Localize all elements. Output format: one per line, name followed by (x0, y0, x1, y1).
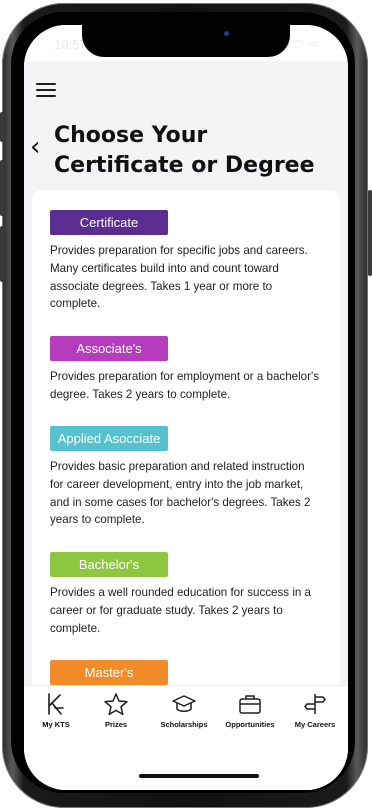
tab-prizes[interactable]: Prizes (96, 692, 136, 729)
masters-badge[interactable]: Master's (50, 660, 168, 685)
tab-opportunities[interactable]: Opportunities (224, 692, 276, 729)
tab-scholarships-label: Scholarships (160, 720, 208, 729)
star-icon (104, 693, 128, 716)
briefcase-icon (239, 695, 261, 714)
tab-opportunities-label: Opportunities (225, 720, 275, 729)
tab-my-careers[interactable]: My Careers (292, 692, 338, 729)
tab-scholarships[interactable]: Scholarships (158, 692, 210, 729)
programs-card: Certificate Provides preparation for spe… (32, 190, 340, 710)
volume-down-button (0, 226, 4, 282)
screen: 10:57 ●● ◠ ▭ ‹ Choose Your Certificate o… (24, 25, 348, 790)
side-button (0, 112, 4, 142)
certificate-badge[interactable]: Certificate (50, 210, 168, 235)
back-chevron-icon[interactable]: ‹ (30, 134, 40, 160)
program-associates: Associate's Provides preparation for emp… (50, 336, 320, 404)
program-applied-associate: Applied Asocciate Provides basic prepara… (50, 426, 320, 529)
tab-prizes-label: Prizes (104, 720, 128, 729)
page-title: Choose Your Certificate or Degree (54, 123, 315, 178)
camera-icon (224, 31, 229, 36)
tab-my-careers-label: My Careers (294, 720, 336, 729)
power-button (368, 190, 372, 276)
applied-associate-badge[interactable]: Applied Asocciate (50, 426, 168, 451)
program-certificate: Certificate Provides preparation for spe… (50, 210, 320, 313)
notch (82, 25, 290, 57)
program-masters: Master's (50, 660, 320, 685)
volume-up-button (0, 160, 4, 216)
associates-badge[interactable]: Associate's (50, 336, 168, 361)
applied-associate-description: Provides basic preparation and related i… (50, 460, 311, 527)
bachelors-badge[interactable]: Bachelor's (50, 552, 168, 577)
program-bachelors: Bachelor's Provides a well rounded educa… (50, 552, 320, 637)
app-view: 10:57 ●● ◠ ▭ ‹ Choose Your Certificate o… (24, 25, 348, 790)
certificate-description: Provides preparation for specific jobs a… (50, 244, 308, 311)
tab-my-kts-label: My KTS (42, 720, 70, 729)
associates-description: Provides preparation for employment or a… (50, 370, 320, 401)
home-indicator[interactable] (139, 774, 259, 778)
hamburger-menu-icon[interactable] (36, 83, 56, 99)
signpost-icon (304, 694, 326, 714)
graduation-cap-icon (172, 695, 196, 712)
kts-logo-icon (48, 693, 64, 715)
tab-my-kts[interactable]: My KTS (36, 692, 76, 729)
bachelors-description: Provides a well rounded education for su… (50, 586, 312, 635)
